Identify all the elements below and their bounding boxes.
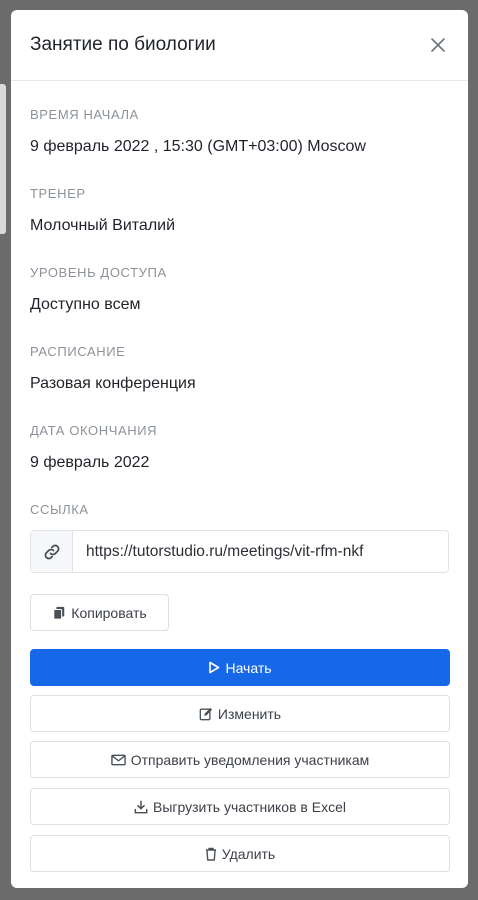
download-icon <box>134 800 148 813</box>
meeting-link-text[interactable]: https://tutorstudio.ru/meetings/vit-rfm-… <box>73 531 448 572</box>
end-date-label: ДАТА ОКОНЧАНИЯ <box>30 423 158 438</box>
link-label: ССЫЛКА <box>30 502 89 517</box>
notify-participants-button[interactable]: Отправить уведомления участникам <box>30 741 450 778</box>
access-level-value: Доступно всем <box>30 296 141 313</box>
copy-button-label: Копировать <box>71 604 147 621</box>
copy-button[interactable]: Копировать <box>30 594 169 631</box>
start-time-value: 9 февраль 2022 , 15:30 (GMT+03:00) Mosco… <box>30 138 366 155</box>
edit-button-label: Изменить <box>217 705 282 722</box>
trainer-label: ТРЕНЕР <box>30 186 86 201</box>
start-button[interactable]: Начать <box>30 649 450 686</box>
export-excel-button[interactable]: Выгрузить участников в Excel <box>30 788 450 825</box>
mail-icon <box>110 754 126 765</box>
trainer-value: Молочный Виталий <box>30 217 176 234</box>
background-panel-edge <box>0 84 6 234</box>
meeting-link-field[interactable]: https://tutorstudio.ru/meetings/vit-rfm-… <box>30 530 449 573</box>
meeting-details-modal: Занятие по биологии ВРЕМЯ НАЧАЛА 9 февра… <box>11 10 468 888</box>
link-icon-cell <box>31 531 73 572</box>
delete-button[interactable]: Удалить <box>30 835 450 872</box>
delete-button-label: Удалить <box>221 845 276 862</box>
trash-icon <box>205 847 216 861</box>
edit-button[interactable]: Изменить <box>30 695 450 732</box>
schedule-label: РАСПИСАНИЕ <box>30 344 126 359</box>
copy-icon <box>53 606 65 620</box>
modal-header: Занятие по биологии <box>11 10 468 81</box>
edit-icon <box>199 707 213 720</box>
close-icon <box>431 38 445 52</box>
notify-button-label: Отправить уведомления участникам <box>130 751 370 768</box>
export-button-label: Выгрузить участников в Excel <box>153 798 346 815</box>
end-date-value: 9 февраль 2022 <box>30 454 150 471</box>
start-button-label: Начать <box>225 659 272 676</box>
access-level-label: УРОВЕНЬ ДОСТУПА <box>30 265 167 280</box>
close-button[interactable] <box>426 33 450 57</box>
play-icon <box>209 661 220 674</box>
modal-title: Занятие по биологии <box>30 34 216 55</box>
link-icon <box>44 544 59 559</box>
schedule-value: Разовая конференция <box>30 375 196 392</box>
start-time-label: ВРЕМЯ НАЧАЛА <box>30 107 139 122</box>
